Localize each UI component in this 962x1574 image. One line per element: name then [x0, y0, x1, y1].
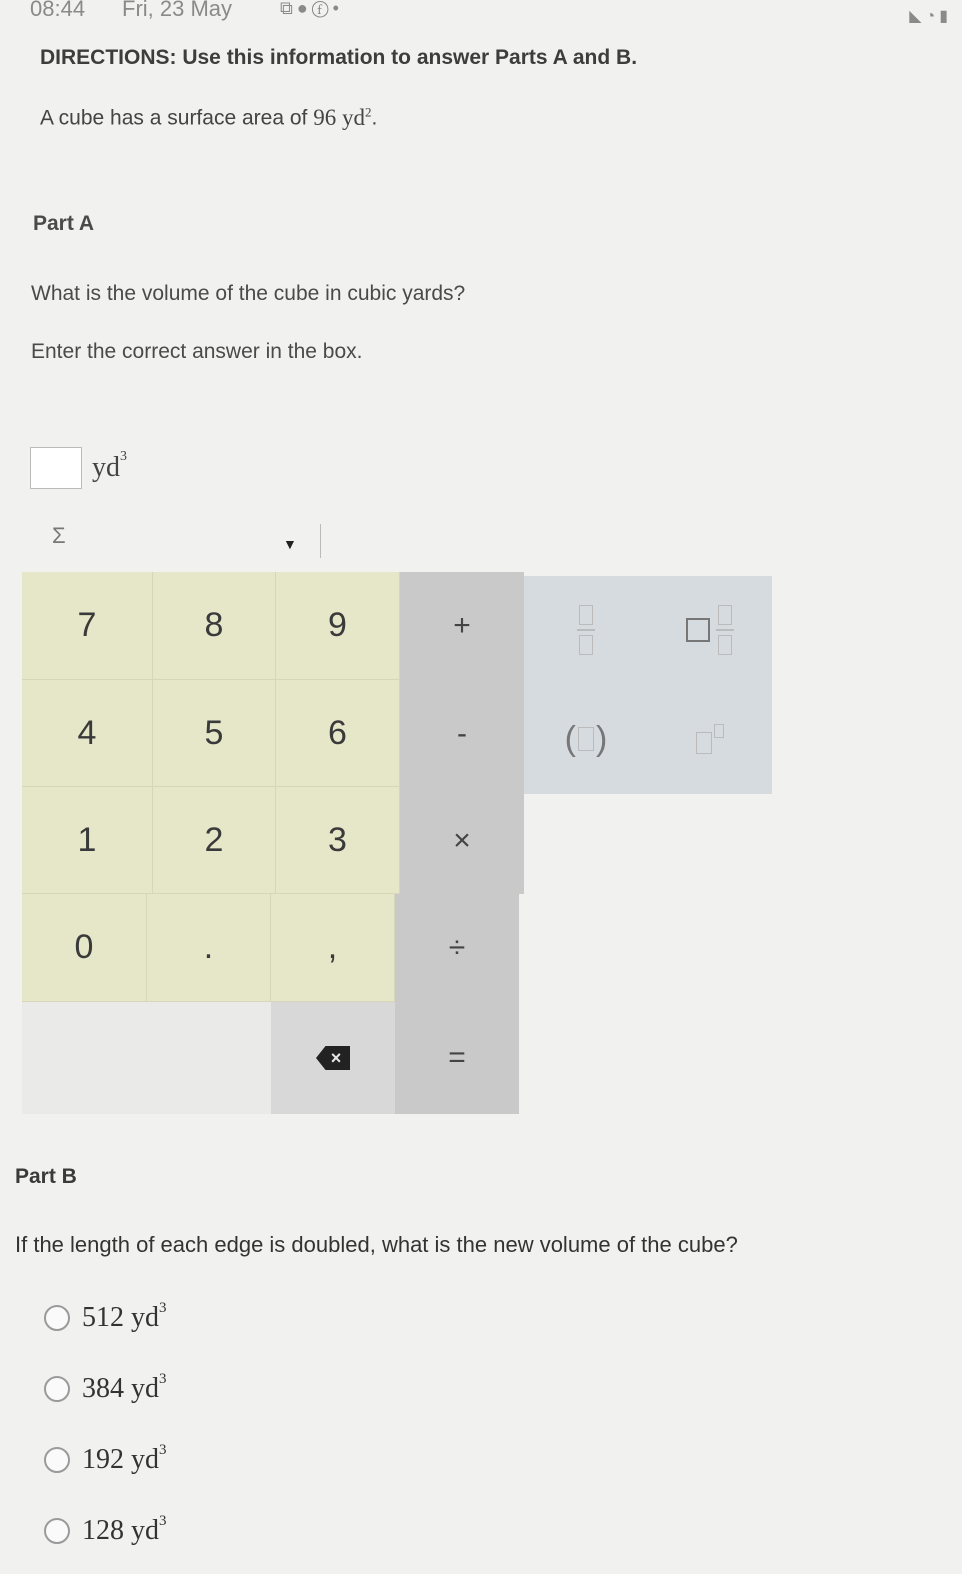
option-value: 192 yd: [82, 1444, 159, 1475]
option-128[interactable]: 128 yd3: [44, 1512, 167, 1547]
dot-icon: •: [332, 0, 343, 18]
parentheses-icon: (): [564, 719, 608, 758]
option-label: 384 yd3: [82, 1370, 167, 1405]
radio-button[interactable]: [44, 1305, 70, 1331]
key-divide[interactable]: ÷: [395, 894, 519, 1002]
key-comma[interactable]: ,: [271, 894, 395, 1002]
key-decimal[interactable]: .: [147, 894, 271, 1002]
radio-button[interactable]: [44, 1447, 70, 1473]
key-minus[interactable]: -: [400, 680, 524, 787]
key-plus[interactable]: +: [400, 572, 524, 680]
part-b-question: If the length of each edge is doubled, w…: [15, 1232, 738, 1257]
part-a-title: Part A: [33, 212, 95, 235]
status-system-icons: ◣◔▮: [909, 6, 952, 26]
info-suffix: .: [371, 106, 378, 130]
answer-unit: yd3: [92, 448, 127, 484]
option-exponent: 3: [159, 1512, 167, 1529]
option-exponent: 3: [159, 1441, 167, 1458]
key-9[interactable]: 9: [276, 572, 400, 680]
backspace-icon: ×: [316, 1046, 350, 1070]
fraction-key[interactable]: [524, 576, 648, 684]
exponent-icon: [696, 724, 724, 754]
problem-info: A cube has a surface area of 96 yd2.: [40, 104, 377, 131]
status-date: Fri, 23 May: [122, 0, 233, 21]
key-0[interactable]: 0: [22, 894, 147, 1002]
status-notification-icons: ⧉●ⓕ•: [280, 0, 343, 19]
toolbar-divider: [320, 524, 321, 558]
keypad-empty-cell: [22, 1002, 271, 1114]
option-label: 512 yd3: [82, 1299, 167, 1334]
fraction-icon: [577, 605, 595, 655]
option-value: 512 yd: [82, 1302, 159, 1333]
facebook-icon: ⓕ: [311, 0, 333, 18]
part-a-instruction: Enter the correct answer in the box.: [31, 340, 363, 363]
status-time: 08:44: [30, 0, 86, 21]
mixed-number-key[interactable]: [648, 576, 772, 684]
radio-button[interactable]: [44, 1376, 70, 1402]
status-bar: 08:44 Fri, 23 May ⧉●ⓕ• ◣◔▮: [0, 0, 962, 30]
signal-icon: ◣: [909, 8, 926, 25]
parentheses-key[interactable]: (): [524, 684, 648, 794]
key-equals[interactable]: =: [395, 1002, 519, 1114]
option-192[interactable]: 192 yd3: [44, 1441, 167, 1476]
dot-icon: ●: [296, 0, 312, 18]
option-exponent: 3: [159, 1370, 167, 1387]
key-multiply[interactable]: ×: [400, 787, 524, 894]
key-1[interactable]: 1: [22, 787, 153, 894]
option-512[interactable]: 512 yd3: [44, 1299, 167, 1334]
directions-text: DIRECTIONS: Use this information to answ…: [40, 46, 638, 69]
answer-unit-text: yd: [92, 452, 120, 483]
radio-button[interactable]: [44, 1518, 70, 1544]
answer-unit-exponent: 3: [120, 448, 127, 464]
info-value-text: 96 yd: [313, 104, 365, 130]
sigma-icon[interactable]: Σ: [52, 523, 66, 549]
option-label: 192 yd3: [82, 1441, 167, 1476]
delete-key[interactable]: ×: [271, 1002, 395, 1114]
answer-input-box[interactable]: [30, 447, 82, 489]
option-value: 384 yd: [82, 1373, 159, 1404]
info-value: 96 yd2: [313, 104, 371, 130]
option-384[interactable]: 384 yd3: [44, 1370, 167, 1405]
key-2[interactable]: 2: [153, 787, 276, 894]
option-exponent: 3: [159, 1299, 167, 1316]
media-icon: ⧉: [280, 0, 297, 18]
part-a-question: What is the volume of the cube in cubic …: [31, 282, 466, 305]
chevron-down-icon[interactable]: ▼: [283, 536, 297, 552]
option-label: 128 yd3: [82, 1512, 167, 1547]
key-8[interactable]: 8: [153, 572, 276, 680]
part-b-title: Part B: [15, 1165, 77, 1188]
mixed-number-icon: [686, 605, 734, 655]
battery-icon: ▮: [939, 8, 952, 25]
info-prefix: A cube has a surface area of: [40, 106, 308, 130]
exponent-key[interactable]: [648, 684, 772, 794]
option-value: 128 yd: [82, 1515, 159, 1546]
wifi-icon: ◔: [925, 8, 940, 25]
key-6[interactable]: 6: [276, 680, 400, 787]
key-5[interactable]: 5: [153, 680, 276, 787]
key-7[interactable]: 7: [22, 572, 153, 680]
key-4[interactable]: 4: [22, 680, 153, 787]
key-3[interactable]: 3: [276, 787, 400, 894]
